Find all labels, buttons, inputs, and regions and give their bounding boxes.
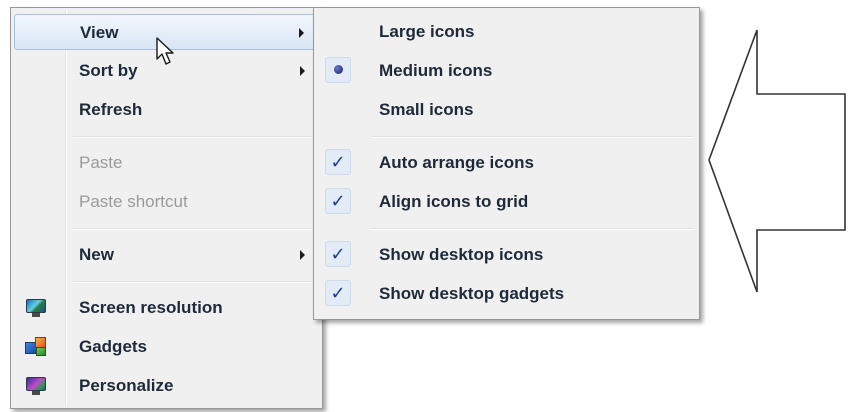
menu-item-label: Show desktop icons xyxy=(379,245,544,264)
menu-item-label: Sort by xyxy=(79,61,138,80)
menu-item-label: Show desktop gadgets xyxy=(379,284,565,303)
checkmark-icon: ✓ xyxy=(325,149,351,175)
radio-selected-icon xyxy=(325,57,351,83)
menu-item-label: Paste shortcut xyxy=(79,192,188,211)
menu-separator xyxy=(73,228,316,230)
menu-item-new[interactable]: New xyxy=(14,237,319,273)
desktop-context-menu: View Sort by Refresh Paste Paste shortcu… xyxy=(10,7,323,409)
gadgets-icon xyxy=(25,337,47,357)
checkmark-icon: ✓ xyxy=(325,188,351,214)
menu-item-gadgets[interactable]: Gadgets xyxy=(14,329,319,365)
left-arrow-outline-icon xyxy=(708,29,846,293)
checkmark-icon: ✓ xyxy=(325,280,351,306)
submenu-item-show-desktop-gadgets[interactable]: ✓ Show desktop gadgets xyxy=(317,276,696,312)
view-submenu: Large icons Medium icons Small icons ✓ A… xyxy=(313,7,700,320)
menu-item-label: Medium icons xyxy=(379,61,493,80)
mouse-pointer-icon xyxy=(156,37,174,65)
menu-item-label: View xyxy=(80,23,119,42)
menu-separator xyxy=(73,281,316,283)
chevron-right-icon xyxy=(300,66,305,76)
menu-item-label: New xyxy=(79,245,114,264)
menu-item-refresh[interactable]: Refresh xyxy=(14,92,319,128)
menu-item-label: Small icons xyxy=(379,100,474,119)
menu-item-paste-shortcut: Paste shortcut xyxy=(14,184,319,220)
menu-separator xyxy=(73,136,316,138)
chevron-right-icon xyxy=(300,250,305,260)
submenu-item-auto-arrange-icons[interactable]: ✓ Auto arrange icons xyxy=(317,145,696,181)
menu-item-label: Large icons xyxy=(379,22,475,41)
menu-item-label: Auto arrange icons xyxy=(379,153,534,172)
desktop-stage: View Sort by Refresh Paste Paste shortcu… xyxy=(0,0,850,412)
menu-item-label: Screen resolution xyxy=(79,298,223,317)
menu-separator xyxy=(372,136,693,138)
menu-separator xyxy=(372,228,693,230)
menu-item-label: Personalize xyxy=(79,376,174,395)
menu-item-label: Align icons to grid xyxy=(379,192,529,211)
submenu-item-small-icons[interactable]: Small icons xyxy=(317,92,696,128)
submenu-item-medium-icons[interactable]: Medium icons xyxy=(317,53,696,89)
menu-item-label: Gadgets xyxy=(79,337,148,356)
personalize-icon xyxy=(25,376,47,396)
menu-item-paste: Paste xyxy=(14,145,319,181)
menu-item-label: Refresh xyxy=(79,100,143,119)
submenu-item-align-icons-to-grid[interactable]: ✓ Align icons to grid xyxy=(317,184,696,220)
checkmark-icon: ✓ xyxy=(325,241,351,267)
menu-item-screen-resolution[interactable]: Screen resolution xyxy=(14,290,319,326)
screen-resolution-icon xyxy=(25,298,47,318)
menu-item-personalize[interactable]: Personalize xyxy=(14,368,319,404)
menu-item-label: Paste xyxy=(79,153,123,172)
submenu-item-show-desktop-icons[interactable]: ✓ Show desktop icons xyxy=(317,237,696,273)
chevron-right-icon xyxy=(299,28,304,38)
submenu-item-large-icons[interactable]: Large icons xyxy=(317,14,696,50)
